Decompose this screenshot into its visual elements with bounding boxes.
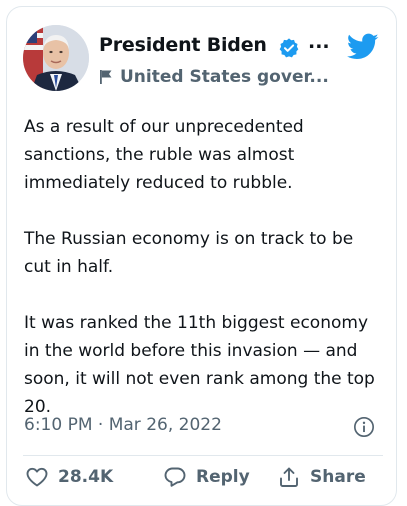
government-flag-icon bbox=[100, 70, 112, 84]
reply-button[interactable]: Reply bbox=[163, 465, 250, 489]
avatar-portrait bbox=[23, 25, 89, 91]
share-label: Share bbox=[310, 467, 366, 487]
share-upload-icon bbox=[280, 467, 298, 487]
tweet-text: As a result of our unprecedented sanctio… bbox=[24, 117, 375, 417]
author-handle: United States gover... bbox=[120, 67, 329, 87]
heart-icon bbox=[26, 467, 48, 487]
more-options-button[interactable]: ... bbox=[308, 31, 330, 53]
reply-bubble-icon bbox=[164, 467, 186, 487]
verified-badge-icon bbox=[279, 38, 299, 58]
avatar[interactable] bbox=[23, 25, 89, 91]
author-affiliation[interactable]: United States gover... bbox=[99, 67, 329, 87]
divider bbox=[23, 455, 383, 456]
tweet-card: President Biden ... United States gover.… bbox=[6, 6, 397, 506]
like-count: 28.4K bbox=[58, 467, 114, 487]
tweet-timestamp[interactable]: 6:10 PM · Mar 26, 2022 bbox=[24, 415, 222, 435]
twitter-bird-icon[interactable] bbox=[347, 33, 379, 61]
reply-label: Reply bbox=[196, 467, 250, 487]
like-button[interactable]: 28.4K bbox=[25, 465, 113, 489]
author-name[interactable]: President Biden bbox=[99, 34, 267, 56]
share-button[interactable]: Share bbox=[277, 465, 366, 489]
info-icon[interactable] bbox=[353, 416, 375, 438]
action-bar: 28.4K Reply Share bbox=[7, 465, 398, 499]
